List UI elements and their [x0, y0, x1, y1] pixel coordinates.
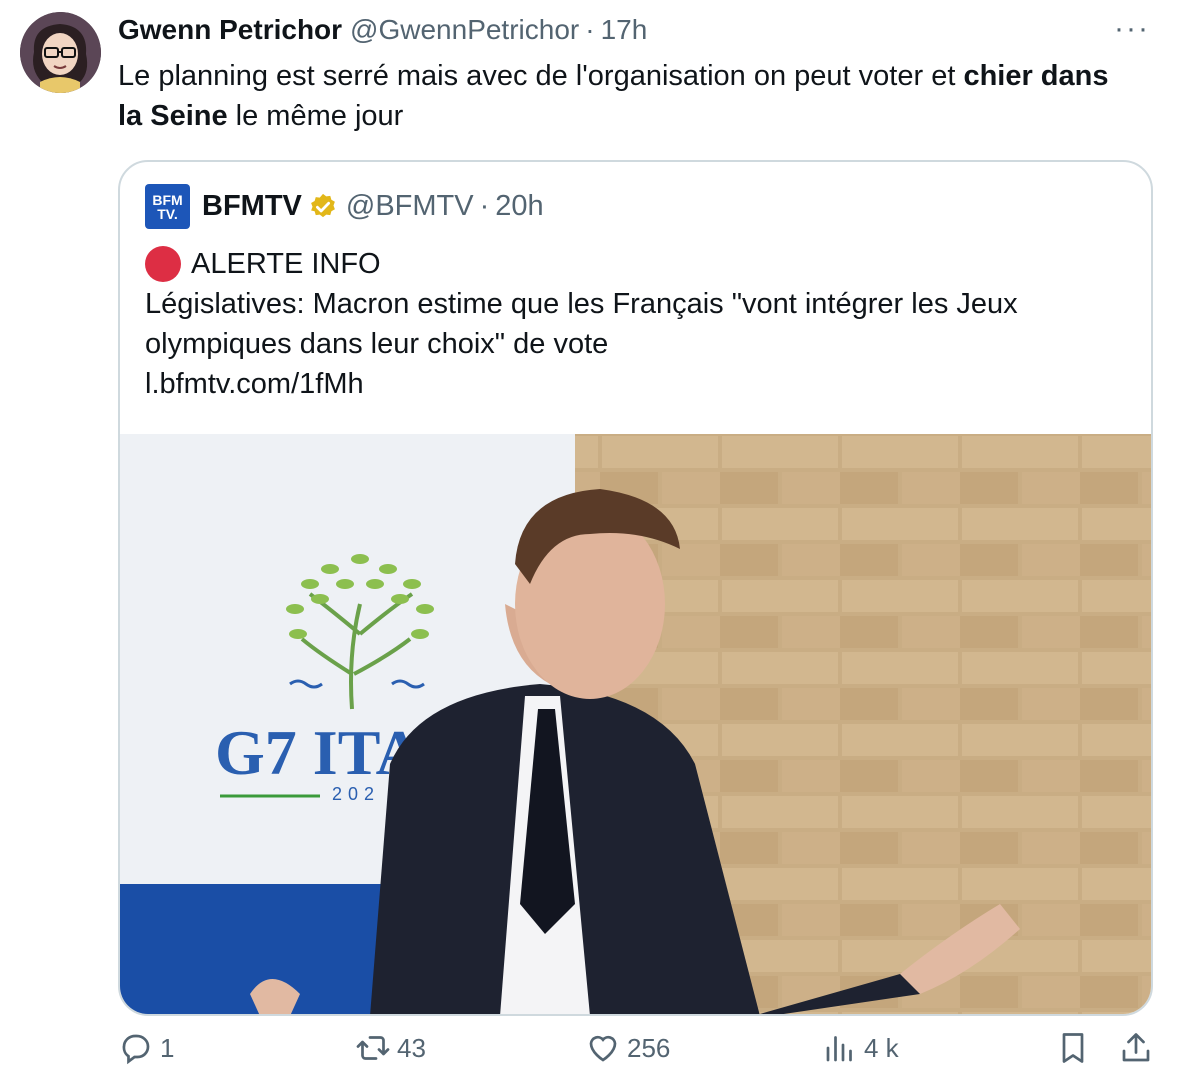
reply-count: 1: [160, 1032, 175, 1063]
quoted-header-separator: ·: [479, 190, 490, 222]
avatar-illustration: [20, 12, 101, 93]
header-separator: ·: [585, 14, 595, 45]
sign-year: 202: [332, 784, 380, 804]
repost-button[interactable]: 43: [355, 1030, 426, 1066]
repost-count: 43: [397, 1032, 426, 1063]
macron-g7-photo: G7 ITALI 202: [120, 434, 1151, 1014]
more-options-icon[interactable]: ···: [1114, 14, 1150, 44]
alert-label: ALERTE INFO: [191, 248, 381, 280]
like-count: 256: [627, 1032, 671, 1063]
like-button[interactable]: 256: [585, 1030, 670, 1066]
views-chart-icon: [826, 1036, 852, 1062]
tweet-text-part1: Le planning est serré mais avec de l'org…: [118, 60, 964, 92]
views-button[interactable]: 4 k: [822, 1030, 899, 1066]
bookmark-button[interactable]: [1055, 1030, 1097, 1066]
reply-icon: [122, 1034, 150, 1065]
bfmtv-logo-line2: TV.: [157, 205, 178, 222]
bfmtv-logo-line1: BFM: [152, 191, 183, 208]
red-circle-icon: [145, 246, 181, 282]
tweet-actions: 1 43 256 4 k: [0, 1030, 1184, 1088]
heart-icon: [589, 1035, 617, 1062]
author-handle[interactable]: @GwennPetrichor: [350, 14, 579, 46]
bfmtv-logo[interactable]: BFM TV.: [145, 184, 190, 229]
tweet-text: Le planning est serré mais avec de l'org…: [118, 56, 1128, 136]
author-name[interactable]: Gwenn Petrichor: [118, 14, 342, 46]
tweet-time[interactable]: 17h: [601, 14, 648, 46]
quoted-media-image[interactable]: G7 ITALI 202: [120, 434, 1151, 1014]
quoted-body: Législatives: Macron estime que les Fran…: [145, 288, 1018, 360]
author-avatar[interactable]: [20, 12, 101, 93]
repost-icon: [356, 1036, 390, 1060]
quoted-author-handle[interactable]: @BFMTV: [346, 190, 474, 223]
verified-badge-icon: [311, 193, 335, 217]
views-count: 4 k: [864, 1032, 899, 1063]
bookmark-icon: [1062, 1033, 1084, 1063]
quoted-link[interactable]: l.bfmtv.com/1fMh: [145, 364, 1130, 404]
quoted-tweet-header: BFM TV. BFMTV @BFMTV · 20h: [145, 184, 544, 229]
tweet-text-part2: le même jour: [227, 100, 404, 132]
share-button[interactable]: [1118, 1030, 1160, 1066]
reply-button[interactable]: 1: [118, 1030, 174, 1066]
quoted-tweet-time[interactable]: 20h: [495, 190, 543, 223]
quoted-author-name[interactable]: BFMTV: [202, 190, 302, 223]
share-icon: [1122, 1033, 1150, 1062]
alert-line: ALERTE INFO: [145, 244, 1130, 284]
tweet-header: Gwenn Petrichor @GwennPetrichor · 17h: [118, 14, 647, 46]
quoted-tweet-card[interactable]: BFM TV. BFMTV @BFMTV · 20h ALERTE INFO L…: [118, 160, 1153, 1016]
quoted-tweet-text: ALERTE INFO Législatives: Macron estime …: [145, 244, 1130, 404]
